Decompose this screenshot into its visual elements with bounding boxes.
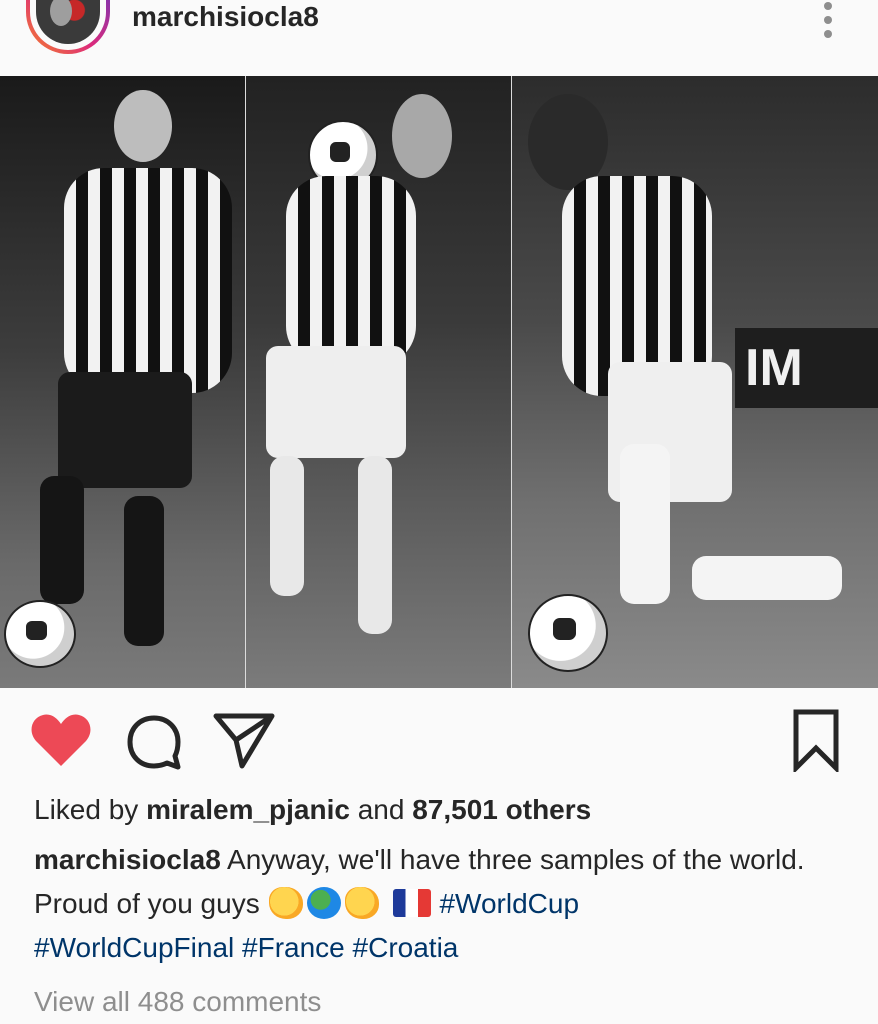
dot [824,30,832,38]
post-photo[interactable]: IM [0,76,878,688]
view-all-comments-link[interactable]: View all 488 comments [34,982,321,1022]
player-leg [40,476,84,604]
player-head [114,90,172,162]
post-caption: marchisiocla8 Anyway, we'll have three s… [34,838,854,970]
caption-username[interactable]: marchisiocla8 [34,844,221,875]
globe-emoji [307,887,342,919]
clapping-hands-emoji [345,887,380,919]
comment-icon[interactable] [124,712,184,772]
player-head [392,94,452,178]
avatar-border [30,0,106,50]
hashtag-croatia[interactable]: #Croatia [353,932,459,963]
likes-summary[interactable]: Liked by miralem_pjanic and 87,501 other… [34,790,591,830]
player-leg [270,456,304,596]
player-leg [692,556,842,600]
avatar[interactable] [36,0,100,44]
post-username[interactable]: marchisiocla8 [132,0,319,34]
player-leg [620,444,670,604]
photo-panel-middle [246,76,512,688]
hashtag-france[interactable]: #France [242,932,345,963]
stadium-sign: IM [735,328,878,408]
bookmark-icon[interactable] [790,708,842,772]
player-leg [358,456,392,634]
player-jersey [286,176,416,366]
liked-by-user[interactable]: miralem_pjanic [146,794,350,825]
likes-middle: and [349,794,413,825]
player-leg [124,496,164,646]
likes-count[interactable]: 87,501 others [412,794,591,825]
post-header: marchisiocla8 [0,0,878,76]
player-shorts [58,372,192,488]
hashtag-worldcupfinal[interactable]: #WorldCupFinal [34,932,234,963]
likes-prefix: Liked by [34,794,147,825]
player-jersey [64,168,232,393]
story-ring[interactable] [26,0,110,54]
post-actions-bar [0,688,878,788]
hashtag-worldcup[interactable]: #WorldCup [439,888,579,919]
football [528,594,608,672]
like-heart-icon[interactable] [30,712,92,768]
more-options-icon[interactable] [822,2,834,38]
photo-panel-left [0,76,246,688]
football [4,600,76,668]
france-flag-emoji [393,889,432,917]
share-send-icon[interactable] [212,710,276,770]
dot [824,16,832,24]
avatar-face [50,0,72,26]
player-shorts [266,346,406,458]
dot [824,2,832,10]
clapping-hands-emoji [269,887,304,919]
